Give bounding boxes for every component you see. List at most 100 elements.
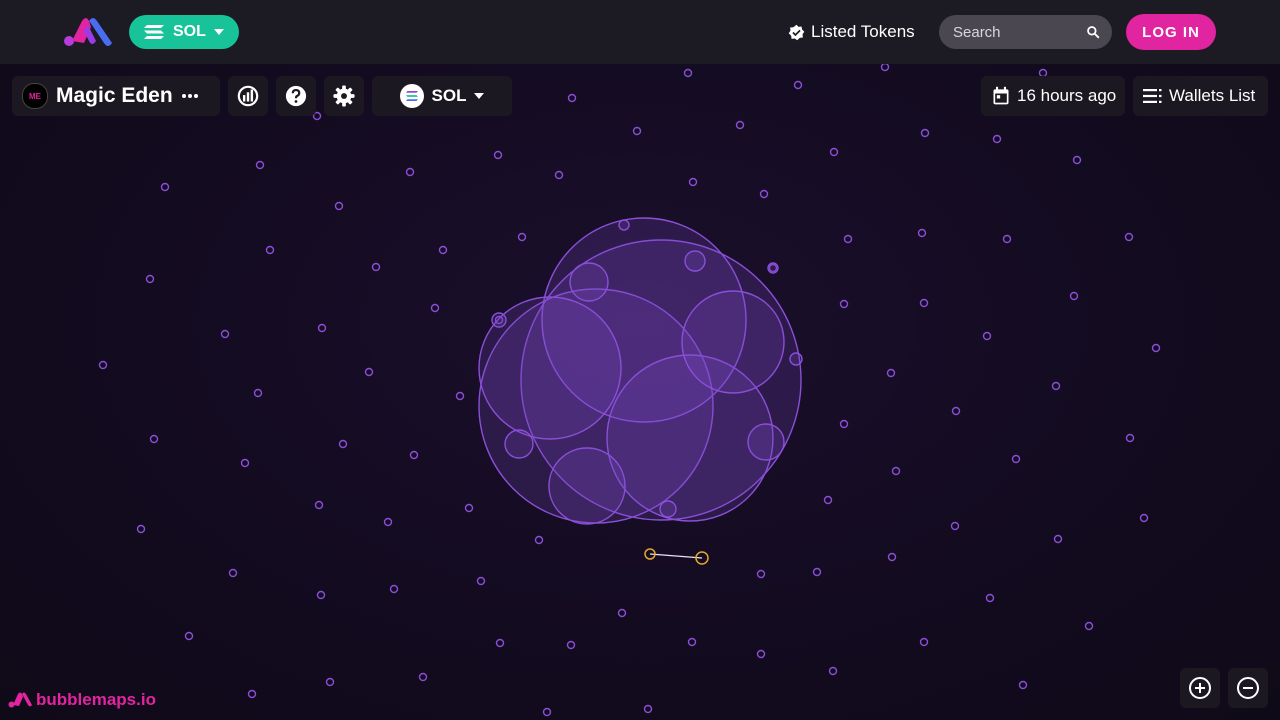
wallet-bubble[interactable] [1139, 513, 1149, 523]
more-horizontal-icon[interactable] [181, 93, 199, 99]
wallet-bubble-large[interactable] [747, 423, 785, 461]
wallet-bubble[interactable] [383, 517, 393, 527]
wallet-bubble[interactable] [228, 568, 238, 578]
wallet-bubble[interactable] [1011, 454, 1021, 464]
wallet-bubble[interactable] [951, 406, 961, 416]
wallet-bubble[interactable] [184, 631, 194, 641]
brand-footer[interactable]: bubblemaps.io [8, 690, 156, 710]
wallet-bubble-large[interactable] [569, 262, 609, 302]
wallet-bubble[interactable] [566, 640, 576, 650]
wallet-bubble-large[interactable] [684, 250, 706, 272]
wallet-bubble[interactable] [493, 150, 503, 160]
wallet-bubble[interactable] [759, 189, 769, 199]
settings-button[interactable] [324, 76, 364, 116]
wallet-bubble[interactable] [887, 552, 897, 562]
wallet-bubble[interactable] [1069, 291, 1079, 301]
bubblemaps-logo-icon[interactable] [62, 15, 118, 49]
wallet-bubble[interactable] [756, 569, 766, 579]
wallet-bubble[interactable] [828, 666, 838, 676]
help-button[interactable] [276, 76, 316, 116]
wallet-bubble[interactable] [338, 439, 348, 449]
wallet-bubble[interactable] [982, 331, 992, 341]
wallet-bubble-large[interactable] [789, 352, 803, 366]
wallet-bubble-large[interactable] [491, 312, 507, 328]
wallet-bubble[interactable] [409, 450, 419, 460]
wallet-bubble[interactable] [418, 672, 428, 682]
snapshot-time[interactable]: 16 hours ago [981, 76, 1125, 116]
chain-selector[interactable]: SOL [129, 15, 239, 49]
wallet-bubble[interactable] [683, 68, 693, 78]
wallet-bubble[interactable] [950, 521, 960, 531]
wallet-bubble[interactable] [464, 503, 474, 513]
wallet-bubble[interactable] [149, 434, 159, 444]
listed-tokens-link[interactable]: Listed Tokens [788, 20, 915, 44]
wallet-bubble[interactable] [735, 120, 745, 130]
wallet-bubble[interactable] [617, 608, 627, 618]
wallet-bubble[interactable] [389, 584, 399, 594]
wallet-bubble[interactable] [919, 637, 929, 647]
wallet-bubble[interactable] [843, 234, 853, 244]
wallet-bubble[interactable] [255, 160, 265, 170]
wallet-bubble[interactable] [829, 147, 839, 157]
wallet-bubble[interactable] [917, 228, 927, 238]
wallet-bubble[interactable] [812, 567, 822, 577]
search-icon[interactable] [1086, 25, 1100, 39]
wallet-bubble[interactable] [1002, 234, 1012, 244]
currency-selector[interactable]: SOL [372, 76, 512, 116]
search-input[interactable] [951, 22, 1075, 42]
wallet-bubble[interactable] [542, 707, 552, 717]
wallet-bubble[interactable] [314, 500, 324, 510]
wallet-bubble[interactable] [1072, 155, 1082, 165]
zoom-out-button[interactable] [1228, 668, 1268, 708]
wallet-bubble[interactable] [438, 245, 448, 255]
wallet-bubble[interactable] [371, 262, 381, 272]
wallet-bubble[interactable] [145, 274, 155, 284]
wallet-bubble[interactable] [220, 329, 230, 339]
wallet-bubble[interactable] [517, 232, 527, 242]
wallet-bubble-large[interactable] [767, 262, 779, 274]
wallet-bubble-large[interactable] [681, 290, 785, 394]
wallet-bubble[interactable] [476, 576, 486, 586]
wallet-bubble[interactable] [136, 524, 146, 534]
wallet-bubble[interactable] [1053, 534, 1063, 544]
wallet-bubble[interactable] [823, 495, 833, 505]
chart-button[interactable] [228, 76, 268, 116]
wallet-bubble[interactable] [405, 167, 415, 177]
wallet-bubble[interactable] [253, 388, 263, 398]
wallet-bubble[interactable] [554, 170, 564, 180]
wallet-bubble[interactable] [534, 535, 544, 545]
wallet-bubble[interactable] [1018, 680, 1028, 690]
wallet-bubble[interactable] [643, 704, 653, 714]
wallet-bubble[interactable] [317, 323, 327, 333]
wallet-bubble-large[interactable] [659, 500, 677, 518]
wallet-bubble-large[interactable] [548, 447, 626, 525]
wallet-bubble[interactable] [632, 126, 642, 136]
wallet-bubble[interactable] [985, 593, 995, 603]
wallet-bubble[interactable] [1125, 433, 1135, 443]
wallet-bubble[interactable] [920, 128, 930, 138]
wallet-bubble[interactable] [316, 590, 326, 600]
wallet-bubble[interactable] [839, 419, 849, 429]
wallet-bubble[interactable] [1124, 232, 1134, 242]
zoom-in-button[interactable] [1180, 668, 1220, 708]
wallet-bubble[interactable] [247, 689, 257, 699]
search-bar[interactable] [939, 15, 1112, 49]
wallet-bubble[interactable] [1151, 343, 1161, 353]
wallet-bubble[interactable] [430, 303, 440, 313]
wallet-bubble[interactable] [688, 177, 698, 187]
wallet-bubble[interactable] [160, 182, 170, 192]
login-button[interactable]: LOG IN [1126, 14, 1216, 50]
wallet-bubble[interactable] [98, 360, 108, 370]
wallets-list-button[interactable]: Wallets List [1133, 76, 1268, 116]
wallet-bubble[interactable] [325, 677, 335, 687]
wallet-bubble[interactable] [992, 134, 1002, 144]
wallet-bubble[interactable] [1084, 621, 1094, 631]
wallet-bubble[interactable] [455, 391, 465, 401]
wallet-bubble-large[interactable] [504, 429, 534, 459]
wallet-bubble[interactable] [240, 458, 250, 468]
wallet-bubble[interactable] [886, 368, 896, 378]
wallet-bubble[interactable] [880, 62, 890, 72]
wallet-bubble[interactable] [687, 637, 697, 647]
highlighted-transfer[interactable] [644, 548, 709, 565]
wallet-bubble[interactable] [1051, 381, 1061, 391]
